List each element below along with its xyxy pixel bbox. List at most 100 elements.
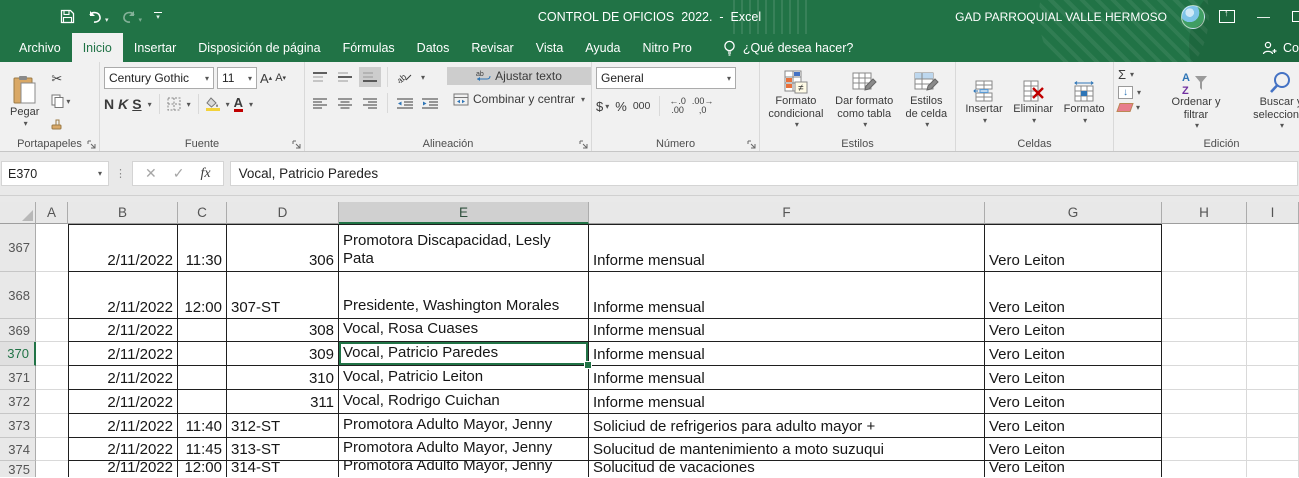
fill-color-dropdown-icon[interactable]: ▾ [226, 100, 230, 109]
cell-B373[interactable]: 2/11/2022 [68, 414, 178, 438]
cancel-button[interactable]: ✕ [145, 165, 157, 182]
increase-decimal-button[interactable]: ←.0.00 [669, 97, 686, 115]
cell-G367[interactable]: Vero Leiton [985, 224, 1162, 272]
row-header-373[interactable]: 373 [0, 414, 36, 438]
accounting-dropdown-icon[interactable]: ▾ [605, 102, 609, 111]
cell-D371[interactable]: 310 [227, 366, 339, 390]
column-header-B[interactable]: B [68, 202, 178, 224]
italic-button[interactable]: K [118, 96, 128, 112]
sort-filter-dropdown-icon[interactable]: ▾ [1195, 121, 1199, 130]
cell-H368[interactable] [1162, 272, 1247, 319]
cell-B372[interactable]: 2/11/2022 [68, 390, 178, 414]
tab-insertar[interactable]: Insertar [123, 33, 187, 62]
number-format-combo[interactable]: General▾ [596, 67, 736, 89]
column-header-D[interactable]: D [227, 202, 339, 224]
cell-H374[interactable] [1162, 438, 1247, 461]
cell-H375[interactable] [1162, 461, 1247, 477]
cell-H373[interactable] [1162, 414, 1247, 438]
cell-F371[interactable]: Informe mensual [589, 366, 985, 390]
number-dialog-launcher[interactable] [747, 140, 756, 149]
comma-style-button[interactable]: 000 [633, 100, 651, 112]
cell-H372[interactable] [1162, 390, 1247, 414]
font-name-combo[interactable]: Century Gothic▾ [104, 67, 214, 89]
cell-C374[interactable]: 11:45 [178, 438, 227, 461]
cell-C375[interactable]: 12:00 [178, 461, 227, 477]
cell-H371[interactable] [1162, 366, 1247, 390]
cell-styles-dropdown-icon[interactable]: ▾ [925, 120, 929, 129]
share-button[interactable]: Co [1262, 33, 1299, 62]
formula-bar-splitter[interactable]: ⋮ [115, 167, 126, 180]
cell-F372[interactable]: Informe mensual [589, 390, 985, 414]
cell-A371[interactable] [36, 366, 68, 390]
cell-B368[interactable]: 2/11/2022 [68, 272, 178, 319]
cell-I375[interactable] [1247, 461, 1299, 477]
copy-button[interactable]: ▾ [51, 92, 73, 110]
cell-I367[interactable] [1247, 224, 1299, 272]
tab-nitro-pro[interactable]: Nitro Pro [632, 33, 703, 62]
align-bottom-button[interactable] [359, 67, 381, 87]
cell-G374[interactable]: Vero Leiton [985, 438, 1162, 461]
cell-H367[interactable] [1162, 224, 1247, 272]
align-middle-button[interactable] [334, 67, 356, 87]
save-button[interactable] [60, 9, 75, 24]
undo-dropdown-icon[interactable]: ▾ [105, 16, 109, 24]
cell-E370[interactable]: Vocal, Patricio Paredes [339, 342, 589, 366]
decrease-indent-button[interactable] [394, 93, 416, 113]
row-header-369[interactable]: 369 [0, 319, 36, 342]
cell-F370[interactable]: Informe mensual [589, 342, 985, 366]
increase-font-button[interactable]: A▴ [260, 71, 272, 86]
cell-D375[interactable]: 314-ST [227, 461, 339, 477]
cell-H370[interactable] [1162, 342, 1247, 366]
cell-I368[interactable] [1247, 272, 1299, 319]
column-header-I[interactable]: I [1247, 202, 1299, 224]
column-header-C[interactable]: C [178, 202, 227, 224]
account-avatar[interactable] [1181, 5, 1205, 29]
column-header-A[interactable]: A [36, 202, 68, 224]
orientation-button[interactable]: ab [394, 67, 416, 87]
maximize-button[interactable] [1292, 11, 1299, 22]
wrap-text-button[interactable]: ab Ajustar texto [447, 67, 591, 85]
find-select-dropdown-icon[interactable]: ▾ [1280, 121, 1284, 130]
minimize-button[interactable]: — [1249, 9, 1278, 24]
cell-F368[interactable]: Informe mensual [589, 272, 985, 319]
tab-ayuda[interactable]: Ayuda [574, 33, 631, 62]
fill-color-button[interactable] [206, 97, 220, 111]
cell-C367[interactable]: 11:30 [178, 224, 227, 272]
accounting-format-button[interactable]: $▾ [596, 99, 609, 114]
format-painter-button[interactable] [51, 114, 73, 132]
column-header-E[interactable]: E [339, 202, 589, 224]
undo-button[interactable]: ▾ [87, 10, 109, 24]
name-box-dropdown-icon[interactable]: ▾ [98, 169, 102, 178]
insert-cells-dropdown-icon[interactable]: ▾ [983, 116, 987, 125]
row-header-370[interactable]: 370 [0, 342, 36, 366]
tab-revisar[interactable]: Revisar [460, 33, 524, 62]
formula-input[interactable]: Vocal, Patricio Paredes [230, 161, 1298, 186]
font-size-combo[interactable]: 11▾ [217, 67, 257, 89]
cell-C371[interactable] [178, 366, 227, 390]
cut-button[interactable]: ✂ [51, 70, 73, 88]
row-header-375[interactable]: 375 [0, 461, 36, 477]
merge-center-dropdown-icon[interactable]: ▾ [581, 95, 585, 104]
format-cells-button[interactable]: Formato ▾ [1064, 67, 1105, 135]
font-color-dropdown-icon[interactable]: ▾ [249, 100, 253, 109]
cell-F369[interactable]: Informe mensual [589, 319, 985, 342]
cell-E371[interactable]: Vocal, Patricio Leiton [339, 366, 589, 390]
cell-A369[interactable] [36, 319, 68, 342]
tab-disposición-de-página[interactable]: Disposición de página [187, 33, 331, 62]
cell-G375[interactable]: Vero Leiton [985, 461, 1162, 477]
cell-F375[interactable]: Solucitud de vacaciones [589, 461, 985, 477]
conditional-formatting-dropdown-icon[interactable]: ▾ [795, 120, 799, 129]
clipboard-dialog-launcher[interactable] [87, 140, 96, 149]
row-header-372[interactable]: 372 [0, 390, 36, 414]
cell-D370[interactable]: 309 [227, 342, 339, 366]
row-header-368[interactable]: 368 [0, 272, 36, 319]
cell-D368[interactable]: 307-ST [227, 272, 339, 319]
tab-inicio[interactable]: Inicio [72, 33, 123, 62]
paste-button[interactable]: Pegar ▾ [4, 67, 45, 135]
tab-archivo[interactable]: Archivo [8, 33, 72, 62]
cell-G373[interactable]: Vero Leiton [985, 414, 1162, 438]
cell-I370[interactable] [1247, 342, 1299, 366]
cell-C373[interactable]: 11:40 [178, 414, 227, 438]
align-left-button[interactable] [309, 93, 331, 113]
tab-datos[interactable]: Datos [406, 33, 461, 62]
